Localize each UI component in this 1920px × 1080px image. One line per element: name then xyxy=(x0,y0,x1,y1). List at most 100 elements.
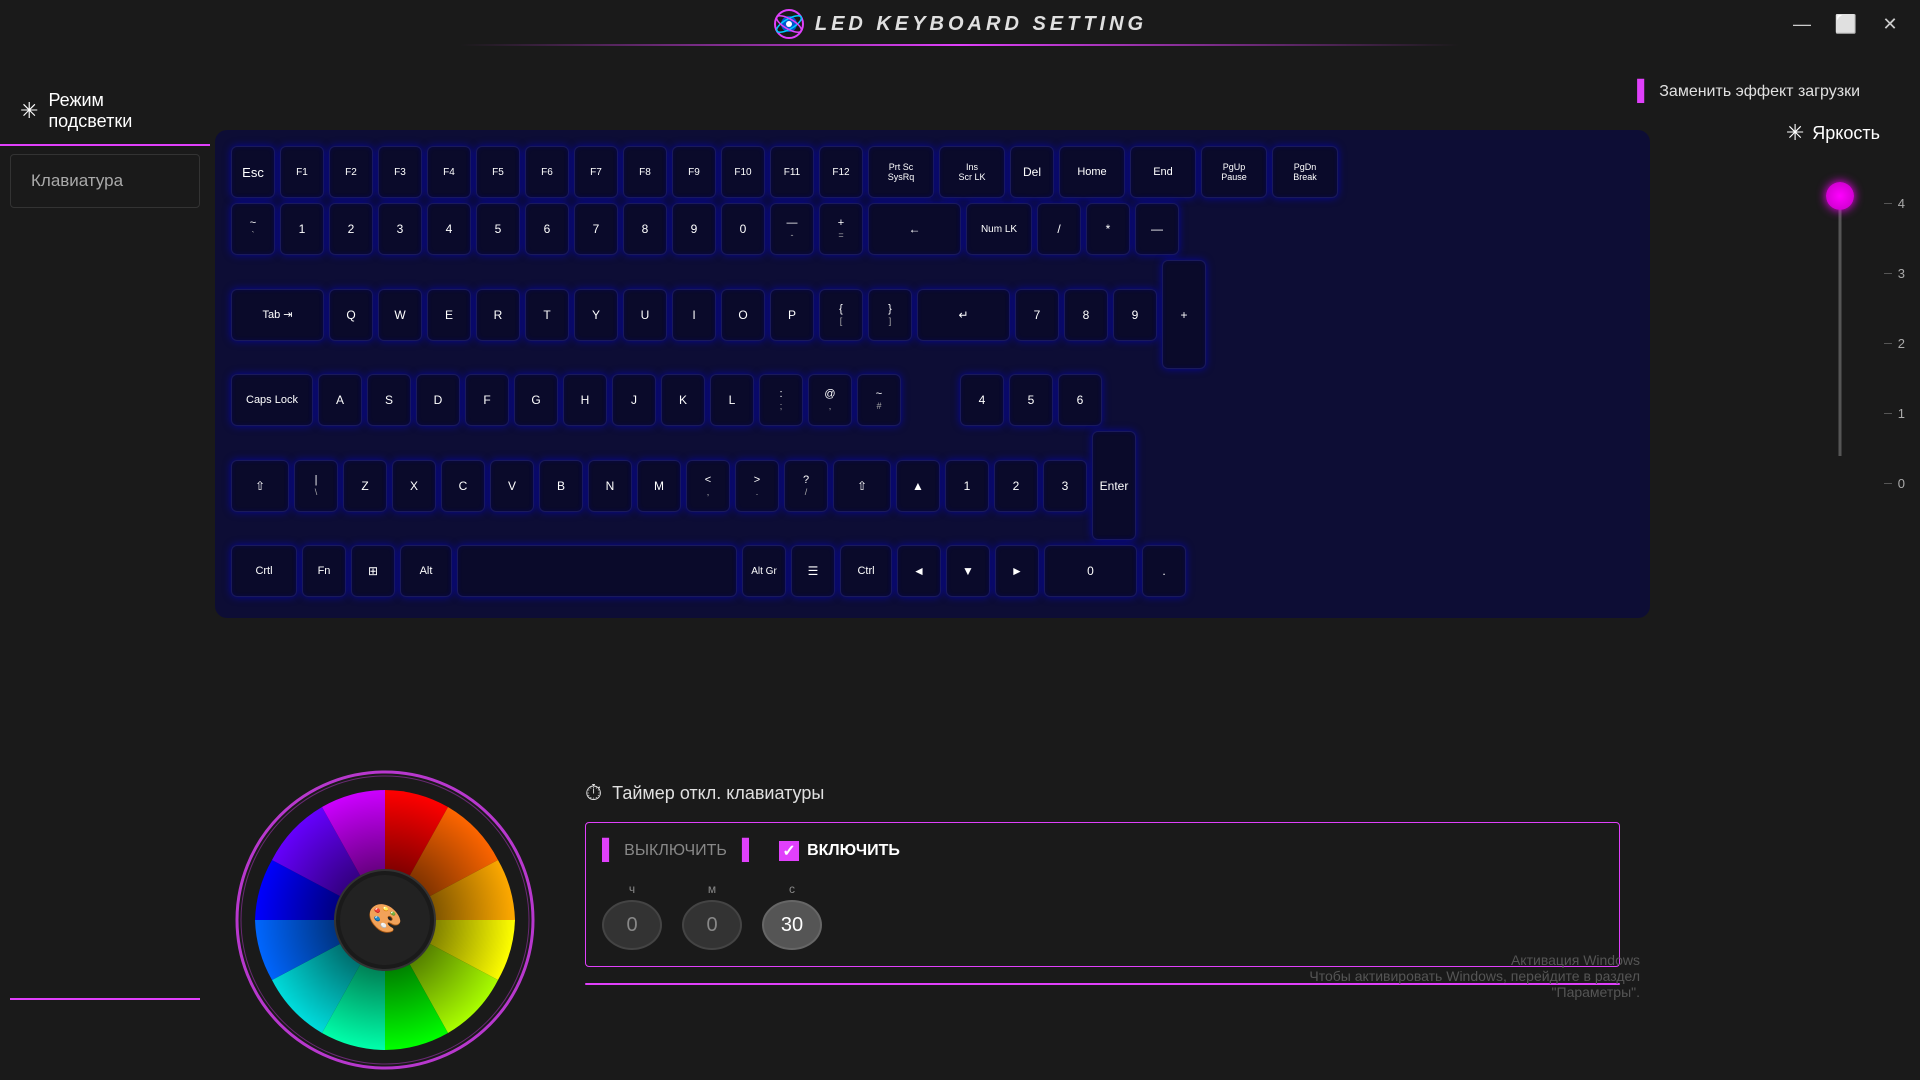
key-f9[interactable]: F9 xyxy=(672,146,716,198)
key-period[interactable]: >. xyxy=(735,460,779,512)
key-o[interactable]: O xyxy=(721,289,765,341)
key-backslash[interactable]: |\ xyxy=(294,460,338,512)
key-c[interactable]: C xyxy=(441,460,485,512)
key-e[interactable]: E xyxy=(427,289,471,341)
key-q[interactable]: Q xyxy=(329,289,373,341)
key-tilde[interactable]: ~` xyxy=(231,203,275,255)
key-b[interactable]: B xyxy=(539,460,583,512)
key-menu[interactable]: ☰ xyxy=(791,545,835,597)
key-f6[interactable]: F6 xyxy=(525,146,569,198)
key-win[interactable]: ⊞ xyxy=(351,545,395,597)
key-f2[interactable]: F2 xyxy=(329,146,373,198)
key-1[interactable]: 1 xyxy=(280,203,324,255)
key-f1[interactable]: F1 xyxy=(280,146,324,198)
key-prtsc[interactable]: Prt ScSysRq xyxy=(868,146,934,198)
close-button[interactable]: ✕ xyxy=(1876,10,1904,38)
key-backspace[interactable]: ← xyxy=(868,203,961,255)
key-f3[interactable]: F3 xyxy=(378,146,422,198)
color-wheel[interactable]: 🎨 xyxy=(235,770,535,1070)
key-plus[interactable]: += xyxy=(819,203,863,255)
key-r[interactable]: R xyxy=(476,289,520,341)
key-numpad-minus[interactable]: — xyxy=(1135,203,1179,255)
key-ins[interactable]: InsScr LK xyxy=(939,146,1005,198)
key-pgup[interactable]: PgUpPause xyxy=(1201,146,1267,198)
key-arrow-left[interactable]: ◄ xyxy=(897,545,941,597)
key-space[interactable] xyxy=(457,545,737,597)
key-z[interactable]: Z xyxy=(343,460,387,512)
key-tab[interactable]: Tab ⇥ xyxy=(231,289,324,341)
key-quote[interactable]: @, xyxy=(808,374,852,426)
key-enter-main[interactable]: ↵ xyxy=(917,289,1010,341)
key-h[interactable]: H xyxy=(563,374,607,426)
key-f5[interactable]: F5 xyxy=(476,146,520,198)
key-5[interactable]: 5 xyxy=(476,203,520,255)
toggle-checkbox[interactable]: ✓ xyxy=(779,841,799,861)
key-8[interactable]: 8 xyxy=(623,203,667,255)
key-f12[interactable]: F12 xyxy=(819,146,863,198)
minimize-button[interactable]: — xyxy=(1788,10,1816,38)
key-d[interactable]: D xyxy=(416,374,460,426)
key-2[interactable]: 2 xyxy=(329,203,373,255)
key-ctrl-left[interactable]: Crtl xyxy=(231,545,297,597)
key-arrow-up[interactable]: ▲ xyxy=(896,460,940,512)
timer-hours-input[interactable]: 0 xyxy=(602,900,662,950)
key-shift-right[interactable]: ⇧ xyxy=(833,460,891,512)
timer-seconds-input[interactable]: 30 xyxy=(762,900,822,950)
key-arrow-right[interactable]: ► xyxy=(995,545,1039,597)
key-6[interactable]: 6 xyxy=(525,203,569,255)
key-numpad-dot[interactable]: . xyxy=(1142,545,1186,597)
key-m[interactable]: M xyxy=(637,460,681,512)
key-numpad-3[interactable]: 3 xyxy=(1043,460,1087,512)
key-k[interactable]: K xyxy=(661,374,705,426)
sidebar-item-keyboard[interactable]: Клавиатура xyxy=(10,154,200,208)
color-wheel-container[interactable]: 🎨 xyxy=(225,770,545,1070)
key-close-bracket[interactable]: }] xyxy=(868,289,912,341)
key-open-bracket[interactable]: {[ xyxy=(819,289,863,341)
key-u[interactable]: U xyxy=(623,289,667,341)
key-alt-left[interactable]: Alt xyxy=(400,545,452,597)
key-arrow-down[interactable]: ▼ xyxy=(946,545,990,597)
key-t[interactable]: T xyxy=(525,289,569,341)
key-numpad-1[interactable]: 1 xyxy=(945,460,989,512)
key-4[interactable]: 4 xyxy=(427,203,471,255)
toggle-on-button[interactable]: ✓ ВКЛЮЧИТЬ xyxy=(779,841,900,861)
sidebar-item-mode[interactable]: ✳ Режим подсветки xyxy=(0,78,210,146)
key-numpad-4[interactable]: 4 xyxy=(960,374,1004,426)
key-f10[interactable]: F10 xyxy=(721,146,765,198)
key-l[interactable]: L xyxy=(710,374,754,426)
key-pgdn[interactable]: PgDnBreak xyxy=(1272,146,1338,198)
brightness-slider[interactable]: 4 3 2 1 0 xyxy=(1810,166,1870,486)
key-numpad-0[interactable]: 0 xyxy=(1044,545,1137,597)
key-f7[interactable]: F7 xyxy=(574,146,618,198)
key-f4[interactable]: F4 xyxy=(427,146,471,198)
key-numpad-8[interactable]: 8 xyxy=(1064,289,1108,341)
maximize-button[interactable]: ⬜ xyxy=(1832,10,1860,38)
key-semicolon[interactable]: :; xyxy=(759,374,803,426)
key-slash[interactable]: ?/ xyxy=(784,460,828,512)
key-shift-left[interactable]: ⇧ xyxy=(231,460,289,512)
key-a[interactable]: A xyxy=(318,374,362,426)
brightness-thumb[interactable] xyxy=(1826,182,1854,210)
key-minus[interactable]: —- xyxy=(770,203,814,255)
key-numpad-2[interactable]: 2 xyxy=(994,460,1038,512)
timer-minutes-input[interactable]: 0 xyxy=(682,900,742,950)
key-numpad-5[interactable]: 5 xyxy=(1009,374,1053,426)
key-n[interactable]: N xyxy=(588,460,632,512)
key-home[interactable]: Home xyxy=(1059,146,1125,198)
key-0[interactable]: 0 xyxy=(721,203,765,255)
key-esc[interactable]: Esc xyxy=(231,146,275,198)
key-hash[interactable]: ~# xyxy=(857,374,901,426)
key-f11[interactable]: F11 xyxy=(770,146,814,198)
key-f8[interactable]: F8 xyxy=(623,146,667,198)
key-fn[interactable]: Fn xyxy=(302,545,346,597)
key-numpad-enter[interactable]: Enter xyxy=(1092,431,1136,540)
key-caps-lock[interactable]: Caps Lock xyxy=(231,374,313,426)
key-x[interactable]: X xyxy=(392,460,436,512)
key-ctrl-right[interactable]: Ctrl xyxy=(840,545,892,597)
key-3[interactable]: 3 xyxy=(378,203,422,255)
key-numpad-plus[interactable]: + xyxy=(1162,260,1206,369)
key-7[interactable]: 7 xyxy=(574,203,618,255)
key-v[interactable]: V xyxy=(490,460,534,512)
key-i[interactable]: I xyxy=(672,289,716,341)
key-p[interactable]: P xyxy=(770,289,814,341)
